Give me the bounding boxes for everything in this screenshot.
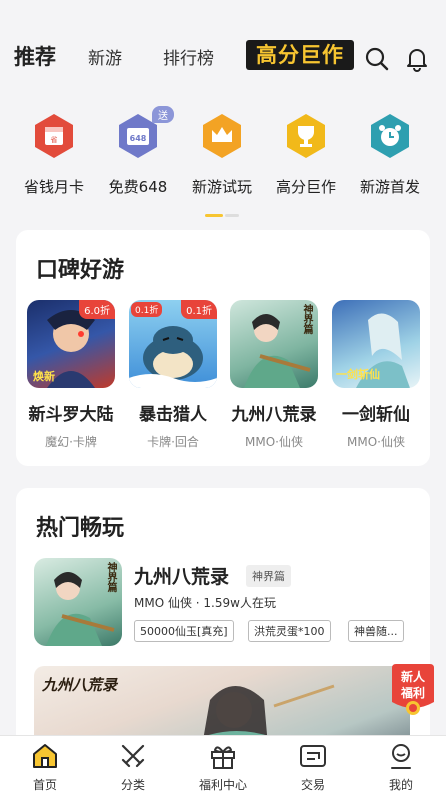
- game-genre: 卡牌·回合: [147, 435, 199, 449]
- gift-icon: [211, 746, 235, 769]
- entry-new-launch[interactable]: 新游首发: [348, 108, 432, 197]
- crown-icon: [198, 112, 246, 160]
- nav-label: 福利中心: [198, 778, 247, 792]
- game-subtitle-tag: 神界篇: [246, 565, 291, 587]
- cover-caption: 神界篇: [301, 304, 312, 334]
- profile-icon: [391, 744, 411, 769]
- game-card[interactable]: 0.1折 0.1折 暴击猎人 卡牌·回合: [128, 300, 218, 450]
- game-genre: MMO·仙侠: [245, 435, 303, 449]
- search-icon[interactable]: [364, 46, 390, 72]
- tab-recommend[interactable]: 推荐: [14, 41, 56, 71]
- game-name: 暴击猎人: [139, 405, 207, 425]
- section-title: 热门畅玩: [36, 516, 125, 541]
- game-name: 九州八荒录: [231, 405, 317, 425]
- game-name: 新斗罗大陆: [28, 405, 114, 425]
- home-icon: [33, 744, 57, 768]
- game-genre: 魔幻·卡牌: [45, 435, 97, 449]
- game-card[interactable]: 神界篇 九州八荒录 MMO·仙侠: [229, 300, 319, 450]
- quick-entries: 省 省钱月卡 648 送 免费648 新游试玩 高分巨作 新游首发: [0, 106, 446, 220]
- 648-icon: 648 送: [114, 106, 174, 160]
- top-navigation: 推荐 新游 排行榜 高分巨作: [0, 36, 446, 80]
- nav-trade[interactable]: 交易: [268, 740, 358, 793]
- alarm-icon: [366, 112, 414, 160]
- swords-icon: [121, 744, 145, 768]
- entry-free-648[interactable]: 648 送 免费648: [96, 106, 180, 197]
- entry-label: 新游首发: [359, 178, 420, 196]
- entry-label: 免费648: [108, 178, 168, 196]
- nav-label: 分类: [120, 778, 145, 792]
- game-card[interactable]: 一剑斩仙 一剑斩仙 MMO·仙侠: [331, 300, 421, 450]
- svg-text:省: 省: [51, 135, 58, 144]
- game-genre: MMO·仙侠: [347, 435, 405, 449]
- game-name: 九州八荒录: [134, 566, 230, 588]
- bell-icon[interactable]: [404, 46, 430, 72]
- svg-text:648: 648: [130, 134, 147, 143]
- tab-high-score-brand[interactable]: 高分巨作: [246, 40, 354, 70]
- discount-badge: 6.0折: [79, 300, 115, 319]
- nav-label: 我的: [388, 778, 413, 792]
- game-cover: 神界篇: [34, 558, 122, 646]
- nav-profile[interactable]: 我的: [356, 740, 446, 793]
- tab-new-games[interactable]: 新游: [88, 44, 122, 69]
- nav-home[interactable]: 首页: [0, 740, 90, 793]
- trade-icon: [300, 745, 326, 767]
- badge-line2: 福利: [400, 686, 425, 700]
- badge-line1: 新人: [400, 670, 425, 684]
- game-cover: 一剑斩仙: [332, 300, 420, 388]
- newcomer-welfare-badge[interactable]: 新人 福利: [388, 662, 438, 720]
- cover-caption: 焕新: [33, 370, 55, 383]
- game-card[interactable]: 6.0折 焕新 新斗罗大陆 魔幻·卡牌: [26, 300, 116, 450]
- entry-high-score[interactable]: 高分巨作: [264, 108, 348, 197]
- tab-ranking[interactable]: 排行榜: [163, 44, 214, 69]
- hot-section: 热门畅玩 神界篇 九州八荒录 神界篇 MMO 仙侠 · 1.59w人在玩 500…: [16, 488, 430, 746]
- banner-title: 九州八荒录: [42, 676, 118, 694]
- nav-welfare-center[interactable]: 福利中心: [178, 740, 268, 793]
- discount-badge: 0.1折: [181, 300, 217, 319]
- game-cover: 6.0折 焕新: [27, 300, 115, 388]
- game-meta: MMO 仙侠 · 1.59w人在玩: [134, 596, 276, 610]
- entry-label: 新游试玩: [191, 178, 252, 196]
- cover-caption: 神界篇: [105, 562, 116, 592]
- status-bar: [0, 0, 446, 26]
- nav-label: 交易: [300, 778, 325, 792]
- hot-game-row[interactable]: 神界篇 九州八荒录 神界篇 MMO 仙侠 · 1.59w人在玩 50000仙玉[…: [34, 558, 414, 648]
- cover-caption: 一剑斩仙: [336, 368, 380, 381]
- game-cover: 神界篇: [230, 300, 318, 388]
- game-name: 一剑斩仙: [342, 405, 410, 425]
- reputation-section: 口碑好游 6.0折 焕新 新斗罗大陆 魔幻·卡牌 0.1折 0.1折 暴击猎人 …: [16, 230, 430, 466]
- entry-label: 省钱月卡: [23, 178, 84, 196]
- cover-badge: 0.1折: [131, 302, 163, 317]
- gift-tag: 送: [152, 106, 174, 123]
- game-cover: 0.1折 0.1折: [129, 300, 217, 388]
- trophy-icon: [282, 112, 330, 160]
- game-banner[interactable]: 九州八荒录: [34, 666, 410, 746]
- nav-label: 首页: [32, 778, 57, 792]
- entry-monthly-card[interactable]: 省 省钱月卡: [12, 108, 96, 197]
- gift-chip: 神兽随...: [348, 620, 404, 642]
- section-title: 口碑好游: [36, 258, 125, 283]
- entry-label: 高分巨作: [275, 178, 336, 196]
- entry-new-trial[interactable]: 新游试玩: [180, 108, 264, 197]
- gift-chip: 洪荒灵蛋*100: [248, 620, 331, 642]
- bottom-navigation: 首页 分类 福利中心 交易 我的: [0, 735, 446, 793]
- nav-category[interactable]: 分类: [88, 740, 178, 793]
- card-icon: 省: [30, 112, 78, 160]
- gift-chip: 50000仙玉[真充]: [134, 620, 234, 642]
- scroll-indicator: [205, 214, 239, 217]
